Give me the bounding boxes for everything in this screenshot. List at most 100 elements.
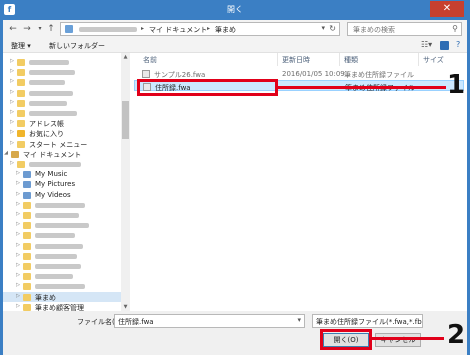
redacted-folder-name — [35, 264, 81, 269]
search-icon[interactable]: ⚲ — [452, 24, 458, 33]
nav-item[interactable]: ▷ スタート メニュー — [3, 139, 121, 149]
collapsed-chevron-icon[interactable]: ▷ — [9, 140, 15, 146]
folder-icon — [17, 59, 25, 66]
filetype-select[interactable]: 筆まめ住所録ファイル(*.fwa,*.fb — [312, 314, 423, 328]
nav-item[interactable]: ▷ — [3, 77, 121, 87]
folder-icon — [17, 120, 25, 128]
collapsed-chevron-icon[interactable]: ▷ — [15, 272, 21, 278]
file-row[interactable]: サンプル26.fwa 2016/01/05 10:09 筆まめ住所録ファイル — [134, 68, 464, 79]
folder-icon — [23, 263, 31, 270]
address-dropdown-icon[interactable]: ▾ — [321, 24, 325, 32]
up-arrow-icon[interactable]: ↑ — [45, 23, 57, 35]
nav-item[interactable]: ▷ — [3, 57, 121, 67]
folder-icon — [17, 161, 25, 168]
collapsed-chevron-icon[interactable]: ▷ — [9, 160, 15, 166]
nav-item[interactable]: ▷ — [3, 251, 121, 261]
nav-item[interactable]: ▷ お気に入り — [3, 128, 121, 138]
filename-dropdown-icon[interactable]: ▾ — [297, 316, 301, 324]
nav-item-label: My Videos — [35, 190, 71, 199]
folder-icon — [17, 140, 25, 148]
nav-item[interactable]: ▷ 筆まめ顧客管理 — [3, 302, 121, 311]
expanded-chevron-icon[interactable]: ◢ — [3, 150, 9, 156]
nav-item[interactable]: ▷ — [3, 271, 121, 281]
collapsed-chevron-icon[interactable]: ▷ — [9, 119, 15, 125]
column-separator[interactable] — [277, 53, 278, 66]
nav-item[interactable]: ▷ — [3, 220, 121, 230]
collapsed-chevron-icon[interactable]: ▷ — [9, 99, 15, 105]
scroll-down-icon[interactable]: ▼ — [121, 304, 130, 310]
nav-item[interactable]: ▷ — [3, 159, 121, 169]
scrollbar-thumb[interactable] — [122, 101, 129, 139]
preview-pane-icon[interactable] — [440, 41, 449, 50]
collapsed-chevron-icon[interactable]: ▷ — [15, 180, 21, 186]
nav-item[interactable]: ▷ — [3, 241, 121, 251]
collapsed-chevron-icon[interactable]: ▷ — [15, 282, 21, 288]
collapsed-chevron-icon[interactable]: ▷ — [9, 58, 15, 64]
redacted-folder-name — [29, 60, 69, 65]
collapsed-chevron-icon[interactable]: ▷ — [9, 129, 15, 135]
nav-item-label: My Music — [35, 170, 68, 179]
nav-item[interactable]: ▷ 筆まめ — [3, 291, 121, 302]
search-box[interactable]: ⚲ — [347, 22, 462, 36]
nav-item[interactable]: ▷ My Music — [3, 169, 121, 179]
folder-icon — [23, 232, 31, 240]
collapsed-chevron-icon[interactable]: ▷ — [15, 231, 21, 237]
folder-icon — [23, 273, 31, 281]
column-header-name[interactable]: 名前 — [143, 55, 157, 65]
nav-item[interactable]: ▷ アドレス帳 — [3, 118, 121, 128]
scroll-up-icon[interactable]: ▲ — [121, 54, 130, 60]
collapsed-chevron-icon[interactable]: ▷ — [15, 252, 21, 258]
filename-field[interactable]: ▾ — [114, 314, 305, 328]
collapsed-chevron-icon[interactable]: ▷ — [15, 303, 21, 309]
navigation-scrollbar[interactable]: ▲ ▼ — [121, 53, 130, 311]
collapsed-chevron-icon[interactable]: ▷ — [15, 293, 21, 299]
breadcrumb-separator-icon: ▸ — [207, 25, 211, 32]
back-arrow-icon[interactable]: ← — [7, 23, 19, 35]
nav-item[interactable]: ▷ — [3, 210, 121, 220]
collapsed-chevron-icon[interactable]: ▷ — [9, 78, 15, 84]
new-folder-button[interactable]: 新しいフォルダー — [49, 41, 105, 51]
nav-item[interactable]: ▷ My Pictures — [3, 179, 121, 189]
collapsed-chevron-icon[interactable]: ▷ — [15, 262, 21, 268]
nav-item[interactable]: ◢ マイ ドキュメント — [3, 149, 121, 159]
organize-button[interactable]: 整理 ▾ — [11, 41, 31, 51]
collapsed-chevron-icon[interactable]: ▷ — [15, 201, 21, 207]
breadcrumb-fudemame[interactable]: 筆まめ — [215, 25, 236, 35]
nav-item[interactable]: ▷ — [3, 281, 121, 291]
nav-item[interactable]: ▷ — [3, 88, 121, 98]
collapsed-chevron-icon[interactable]: ▷ — [9, 109, 15, 115]
folder-icon — [23, 201, 31, 209]
collapsed-chevron-icon[interactable]: ▷ — [15, 170, 21, 176]
help-icon[interactable]: ? — [456, 40, 460, 49]
collapsed-chevron-icon[interactable]: ▷ — [9, 89, 15, 95]
breadcrumb-my-documents[interactable]: マイ ドキュメント — [149, 25, 207, 35]
cancel-button[interactable]: キャンセル — [375, 333, 421, 347]
nav-item[interactable]: ▷ — [3, 67, 121, 77]
refresh-icon[interactable]: ↻ — [329, 24, 336, 33]
filename-input[interactable] — [118, 317, 288, 326]
collapsed-chevron-icon[interactable]: ▷ — [15, 242, 21, 248]
nav-item[interactable]: ▷ — [3, 230, 121, 240]
nav-item[interactable]: ▷ — [3, 200, 121, 210]
nav-item[interactable]: ▷ — [3, 261, 121, 271]
collapsed-chevron-icon[interactable]: ▷ — [9, 68, 15, 74]
column-header-size[interactable]: サイズ — [423, 55, 444, 65]
collapsed-chevron-icon[interactable]: ▷ — [15, 221, 21, 227]
folder-icon — [23, 252, 31, 260]
address-bar[interactable]: ▸ マイ ドキュメント ▸ 筆まめ ▾ ↻ — [60, 22, 340, 36]
collapsed-chevron-icon[interactable]: ▷ — [15, 191, 21, 197]
close-button[interactable]: ✕ — [430, 1, 464, 17]
column-separator[interactable] — [418, 53, 419, 66]
nav-item[interactable]: ▷ — [3, 98, 121, 108]
nav-item[interactable]: ▷ — [3, 108, 121, 118]
address-row: ← → ▾ ↑ ▸ マイ ドキュメント ▸ 筆まめ ▾ ↻ ⚲ — [3, 20, 467, 38]
column-separator[interactable] — [339, 53, 340, 66]
view-options-icon[interactable]: ☷▾ — [421, 40, 432, 49]
column-header-type[interactable]: 種類 — [344, 55, 358, 65]
breadcrumb-separator-icon: ▸ — [141, 25, 145, 32]
collapsed-chevron-icon[interactable]: ▷ — [15, 211, 21, 217]
nav-item[interactable]: ▷ My Videos — [3, 190, 121, 200]
column-header-date[interactable]: 更新日時 — [282, 55, 310, 65]
forward-arrow-icon[interactable]: → — [21, 23, 33, 35]
search-input[interactable] — [353, 25, 448, 34]
